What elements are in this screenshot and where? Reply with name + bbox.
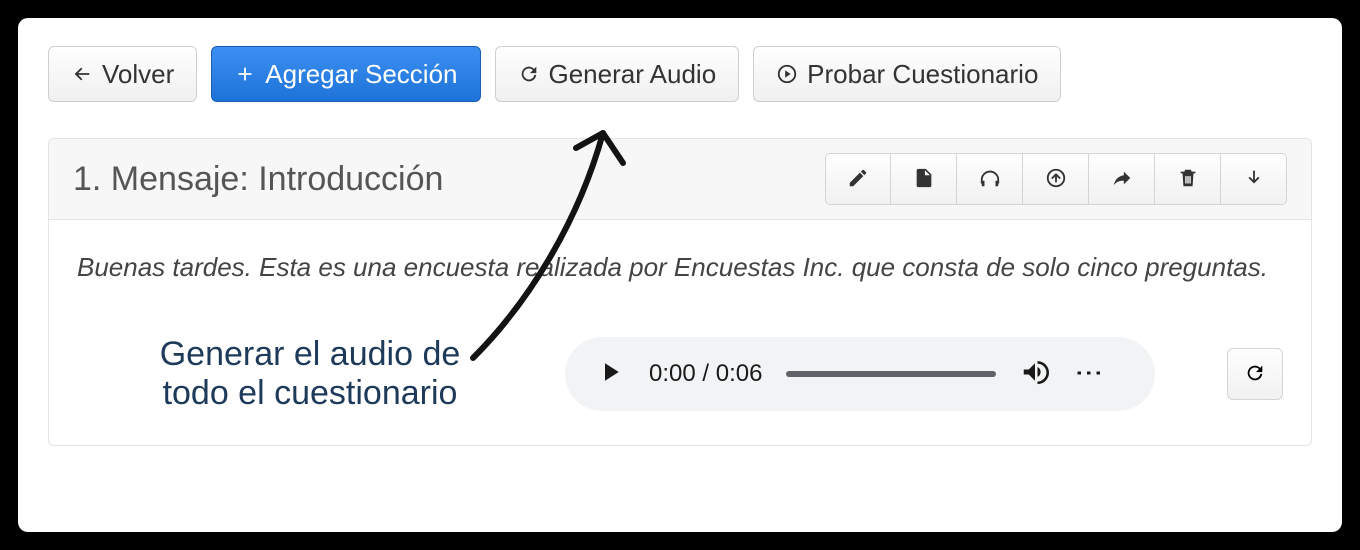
upload-button[interactable]	[1023, 153, 1089, 205]
add-section-button-label: Agregar Sección	[265, 59, 457, 90]
generate-audio-button-label: Generar Audio	[549, 59, 717, 90]
play-circle-icon	[776, 63, 798, 85]
audio-duration: 0:06	[716, 360, 763, 387]
regenerate-audio-button[interactable]	[1227, 348, 1283, 400]
section-lower-row: Generar el audio de todo el cuestionario…	[77, 335, 1283, 413]
back-button-label: Volver	[102, 59, 174, 90]
annotation-line1: Generar el audio de	[160, 335, 461, 373]
upload-icon	[1045, 167, 1067, 192]
section-header: 1. Mensaje: Introducción	[49, 139, 1311, 220]
annotation-caption: Generar el audio de todo el cuestionario	[77, 335, 537, 413]
annotation-line2: todo el cuestionario	[163, 374, 458, 412]
copy-button[interactable]	[891, 153, 957, 205]
more-options-icon[interactable]: ⋮	[1075, 359, 1103, 389]
refresh-icon	[1244, 362, 1266, 387]
section-title: 1. Mensaje: Introducción	[73, 160, 443, 199]
test-questionnaire-button-label: Probar Cuestionario	[807, 59, 1038, 90]
volume-icon[interactable]	[1020, 357, 1050, 392]
audio-player[interactable]: 0:00 / 0:06 ⋮	[565, 337, 1155, 411]
edit-button[interactable]	[825, 153, 891, 205]
share-button[interactable]	[1089, 153, 1155, 205]
section-action-group	[825, 153, 1287, 205]
refresh-icon	[518, 63, 540, 85]
section-message-text: Buenas tardes. Esta es una encuesta real…	[77, 252, 1283, 283]
back-button[interactable]: Volver	[48, 46, 197, 102]
audio-time: 0:00 / 0:06	[649, 360, 762, 388]
delete-button[interactable]	[1155, 153, 1221, 205]
generate-audio-button[interactable]: Generar Audio	[495, 46, 740, 102]
trash-icon	[1177, 167, 1199, 192]
share-icon	[1111, 167, 1133, 192]
section-card: 1. Mensaje: Introducción	[48, 138, 1312, 446]
test-questionnaire-button[interactable]: Probar Cuestionario	[753, 46, 1061, 102]
section-body: Buenas tardes. Esta es una encuesta real…	[49, 220, 1311, 445]
arrow-left-icon	[71, 63, 93, 85]
add-section-button[interactable]: Agregar Sección	[211, 46, 480, 102]
play-icon[interactable]	[595, 357, 625, 392]
headphones-icon	[979, 167, 1001, 192]
pencil-icon	[847, 167, 869, 192]
file-icon	[913, 167, 935, 192]
audio-progress-track[interactable]	[786, 371, 996, 377]
plus-icon	[234, 63, 256, 85]
listen-button[interactable]	[957, 153, 1023, 205]
top-toolbar: Volver Agregar Sección Generar Audio Pro…	[48, 46, 1312, 102]
move-down-button[interactable]	[1221, 153, 1287, 205]
arrow-down-icon	[1243, 167, 1265, 192]
audio-current-time: 0:00	[649, 360, 696, 387]
